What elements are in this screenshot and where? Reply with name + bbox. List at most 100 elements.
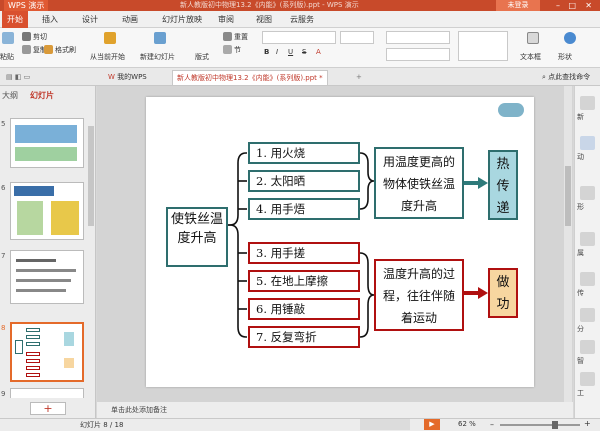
play-icon[interactable]: ▶ [424,419,440,430]
notes-pane[interactable]: 单击此处添加备注 [97,402,573,418]
slide-thumbnail-6[interactable] [10,182,84,240]
zoom-out-icon[interactable]: – [490,420,494,429]
tab-outline[interactable]: 大纲 [2,90,18,101]
document-tabs-bar: ▤ ◧ ▭ W 我的WPS 新人教版初中物理13.2《内能》(系列版).ppt … [0,68,600,86]
wps-logo-icon: W [108,73,118,81]
tab-document[interactable]: 新人教版初中物理13.2《内能》(系列版).ppt * [172,70,328,85]
decorative-logo-icon [498,103,524,117]
slide-thumbnail-8-selected[interactable] [10,322,84,382]
login-button[interactable]: 未登录 [496,0,540,11]
tab-slides[interactable]: 幻灯片 [30,90,54,101]
italic-icon[interactable]: I [276,48,278,56]
new-slide-icon[interactable] [154,32,166,44]
heat-description: 用温度更高的物体使铁丝温度升高 [374,147,464,219]
zoom-slider-handle[interactable] [552,421,558,429]
work-description: 温度升高的过程，往往伴随着运动 [374,259,464,331]
properties-icon[interactable] [580,232,595,246]
shapes-button[interactable]: 形状 [558,52,572,62]
zoom-level[interactable]: 62 % [458,420,476,428]
slide-workspace: 使铁丝温度升高 1. 用火烧 2. 太阳晒 4. 用手焐 3. 用手搓 5. 在… [97,86,573,402]
tools-icon[interactable] [580,372,595,386]
new-icon[interactable] [580,96,595,110]
tab-animation[interactable]: 动画 [122,13,138,27]
work-item: 3. 用手搓 [248,242,360,264]
shapes-icon[interactable] [564,32,576,44]
right-label: 工 [577,389,584,397]
menu-bar: 开始 插入 设计 动画 幻灯片放映 审阅 视图 云服务 [0,11,600,28]
section-icon[interactable] [223,45,232,54]
paste-button[interactable]: 粘贴 [0,52,14,62]
slide-canvas: 使铁丝温度升高 1. 用火烧 2. 太阳晒 4. 用手焐 3. 用手搓 5. 在… [146,97,534,387]
tab-document-label: 新人教版初中物理13.2《内能》(系列版).ppt * [177,74,323,82]
heat-item: 4. 用手焐 [248,198,360,220]
new-slide-button[interactable]: 新建幻灯片 [140,52,175,62]
animation-icon[interactable] [580,136,595,150]
tab-cloud[interactable]: 云服务 [290,13,314,27]
add-slide-button[interactable]: + [30,402,66,415]
slide-thumbnail-9[interactable] [10,388,84,398]
heat-result: 热传递 [488,150,518,220]
shape-icon[interactable] [580,186,595,200]
text-direction-controls[interactable] [458,31,508,61]
format-painter-button[interactable]: 格式刷 [55,45,76,55]
reset-button[interactable]: 重置 [234,32,248,42]
tab-home[interactable]: 开始 [2,11,28,28]
transfer-icon[interactable] [580,272,595,286]
right-label: 传 [577,289,584,297]
tab-slideshow[interactable]: 幻灯片放映 [162,13,202,27]
font-size-select[interactable] [340,31,374,44]
reset-icon[interactable] [223,32,232,41]
slide-thumbnail-7[interactable] [10,250,84,304]
right-label: 形 [577,203,584,211]
textbox-button[interactable]: 文本框 [520,52,541,62]
smart-icon[interactable] [580,340,595,354]
alignment-controls[interactable] [386,48,450,61]
cut-button[interactable]: 剪切 [33,32,47,42]
right-label: 智 [577,357,584,365]
from-current-button[interactable]: 从当前开始 [90,52,125,62]
panel-scrollbar[interactable] [88,126,94,226]
tab-my-wps[interactable]: W 我的WPS [104,70,151,85]
thumb-number: 5 [1,120,6,128]
tab-view[interactable]: 视图 [256,13,272,27]
command-search[interactable]: ⌕ 点此查找命令 [538,70,600,85]
thumb-number: 9 [1,390,6,398]
new-tab-icon[interactable]: + [352,70,366,85]
tab-review[interactable]: 审阅 [218,13,234,27]
section-button[interactable]: 节 [234,45,241,55]
maximize-icon[interactable]: □ [568,0,576,11]
ribbon-toolbar: 粘贴 剪切 复制 格式刷 从当前开始 新建幻灯片 版式 重置 节 B I U S… [0,28,600,68]
work-item: 5. 在地上摩擦 [248,270,360,292]
view-mode-icons[interactable] [360,419,410,430]
thumb-number: 7 [1,252,6,260]
cut-icon[interactable] [22,32,31,41]
view-toggle-icons[interactable]: ▤ ◧ ▭ [2,70,34,85]
tab-design[interactable]: 设计 [82,13,98,27]
underline-icon[interactable]: U [288,48,293,56]
zoom-slider[interactable] [500,424,580,426]
app-menu-button[interactable]: WPS 演示 [4,0,49,11]
play-from-current-icon[interactable] [104,32,116,44]
workspace-scrollbar[interactable] [564,86,572,402]
work-result: 做功 [488,268,518,318]
bold-icon[interactable]: B [264,48,269,56]
strikethrough-icon[interactable]: S [302,48,306,56]
slide-thumbnail-5[interactable] [10,118,84,168]
minimize-icon[interactable]: – [556,0,560,11]
zoom-in-icon[interactable]: + [584,419,591,428]
close-icon[interactable]: ✕ [585,0,592,11]
textbox-icon[interactable] [527,32,539,44]
paste-icon[interactable] [2,32,14,44]
paragraph-controls[interactable] [386,31,450,44]
format-painter-icon[interactable] [44,45,53,54]
layout-button[interactable]: 版式 [195,52,209,62]
thumb-number: 8 [1,324,6,332]
font-name-select[interactable] [262,31,336,44]
copy-icon[interactable] [22,45,31,54]
slide-panel: 大纲 幻灯片 5 6 7 8 9 + [0,86,96,418]
font-color-icon[interactable]: A [316,48,321,56]
share-icon[interactable] [580,308,595,322]
tab-insert[interactable]: 插入 [42,13,58,27]
right-sidebar: 新 动 形 属 传 分 智 工 [574,86,600,418]
work-item: 6. 用锤敲 [248,298,360,320]
